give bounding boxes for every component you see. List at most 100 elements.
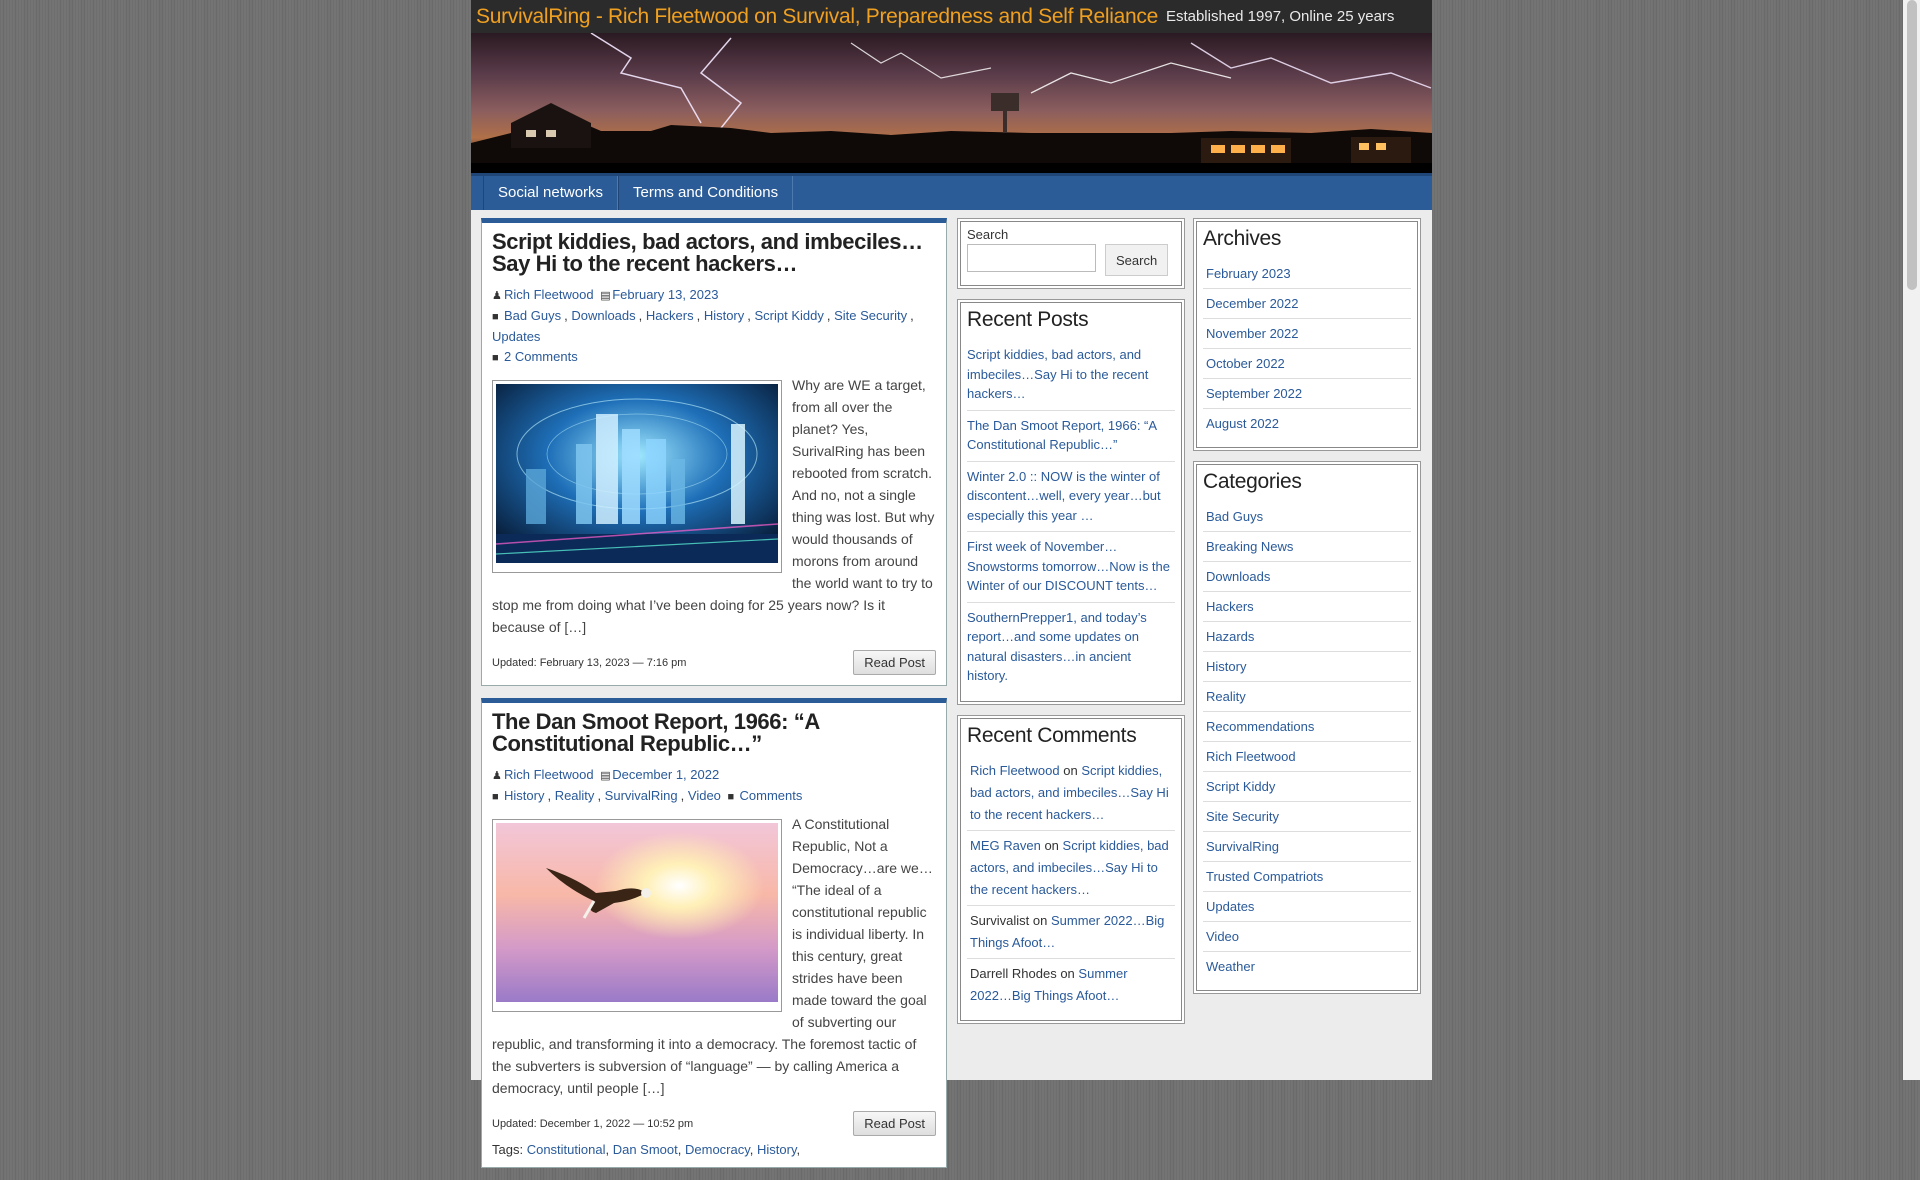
post-thumbnail[interactable] [492,819,782,1012]
post-author-link[interactable]: Rich Fleetwood [504,287,594,302]
recent-post-link[interactable]: Script kiddies, bad actors, and imbecile… [967,347,1148,401]
category-widget-link[interactable]: Downloads [1206,569,1270,584]
post-footer: Updated: December 1, 2022 — 10:52 pm Rea… [492,1111,936,1136]
post-updated: Updated: February 13, 2023 — 7:16 pm [492,656,687,669]
folder-icon: ■ [492,791,499,803]
list-item: Weather [1203,952,1411,981]
comment-icon: ■ [492,352,499,364]
top-bar: SurvivalRing - Rich Fleetwood on Surviva… [471,0,1432,33]
category-widget-link[interactable]: Hackers [1206,599,1254,614]
list-item: December 2022 [1203,289,1411,319]
categories-list: Bad Guys Breaking News Downloads Hackers… [1203,502,1411,981]
category-widget-link[interactable]: SurvivalRing [1206,839,1279,854]
recent-post-link[interactable]: First week of November…Snowstorms tomorr… [967,539,1170,593]
list-item: September 2022 [1203,379,1411,409]
nav-item-terms[interactable]: Terms and Conditions [618,176,794,210]
category-link[interactable]: Bad Guys [504,308,561,323]
list-item: Winter 2.0 :: NOW is the winter of disco… [967,462,1175,532]
sidebar-right: Archives February 2023 December 2022 Nov… [1193,218,1421,1004]
site-title-link[interactable]: SurvivalRing - Rich Fleetwood on Surviva… [476,5,1158,29]
list-item: First week of November…Snowstorms tomorr… [967,532,1175,603]
archive-link[interactable]: October 2022 [1206,356,1285,371]
category-link[interactable]: Downloads [571,308,635,323]
tag-link[interactable]: Constitutional [527,1142,606,1157]
tag-link[interactable]: History [757,1142,796,1157]
recent-post-link[interactable]: Winter 2.0 :: NOW is the winter of disco… [967,469,1161,523]
post-excerpt-block: Why are WE a target, from all over the p… [492,374,936,638]
list-item: February 2023 [1203,259,1411,289]
folder-icon: ■ [492,311,499,323]
category-link[interactable]: History [504,788,544,803]
lightning-town-illustration [471,33,1432,173]
read-post-button[interactable]: Read Post [853,650,936,675]
category-widget-link[interactable]: Recommendations [1206,719,1314,734]
sidebar-left: Search Search Recent Posts Script kiddie… [957,218,1185,1034]
post-title[interactable]: The Dan Smoot Report, 1966: “A Constitut… [492,711,936,755]
tag-link[interactable]: Dan Smoot [613,1142,678,1157]
category-link[interactable]: Video [688,788,721,803]
list-item: Video [1203,922,1411,952]
category-widget-link[interactable]: Breaking News [1206,539,1293,554]
comment-on-text: on [1032,912,1048,928]
category-widget-link[interactable]: Rich Fleetwood [1206,749,1296,764]
recent-post-link[interactable]: The Dan Smoot Report, 1966: “A Constitut… [967,418,1156,453]
post-title[interactable]: Script kiddies, bad actors, and imbecile… [492,231,936,275]
post-thumbnail[interactable] [492,380,782,573]
archive-link[interactable]: September 2022 [1206,386,1302,401]
category-link[interactable]: Updates [492,329,540,344]
category-widget-link[interactable]: Updates [1206,899,1254,914]
post-meta: ♟ Rich Fleetwood ▤ December 1, 2022 ■ Histo… [492,765,936,807]
nav-item-social-networks[interactable]: Social networks [483,176,619,210]
search-label: Search [967,227,1009,242]
category-widget-link[interactable]: Script Kiddy [1206,779,1275,794]
category-link[interactable]: History [704,308,744,323]
post-date-link[interactable]: December 1, 2022 [612,767,719,782]
comments-link[interactable]: 2 Comments [504,349,578,364]
archive-link[interactable]: August 2022 [1206,416,1279,431]
post-card: Script kiddies, bad actors, and imbecile… [481,218,947,686]
archive-link[interactable]: November 2022 [1206,326,1299,341]
tags-label: Tags: [492,1142,524,1157]
search-button[interactable]: Search [1105,244,1169,276]
list-item: Updates [1203,892,1411,922]
search-input[interactable] [967,244,1096,272]
category-link[interactable]: Hackers [646,308,694,323]
read-post-button[interactable]: Read Post [853,1111,936,1136]
scrollbar-thumb[interactable] [1907,0,1917,290]
comments-link[interactable]: Comments [740,788,803,803]
comment-author-link[interactable]: Rich Fleetwood [970,763,1060,778]
list-item: Hackers [1203,592,1411,622]
list-item: The Dan Smoot Report, 1966: “A Constitut… [967,411,1175,462]
post-tags: Tags: Constitutional, Dan Smoot, Democra… [492,1142,801,1157]
page-scrollbar[interactable] [1903,0,1920,1080]
list-item: Breaking News [1203,532,1411,562]
tag-link[interactable]: Democracy [685,1142,750,1157]
post-author-link[interactable]: Rich Fleetwood [504,767,594,782]
category-widget-link[interactable]: Site Security [1206,809,1279,824]
recent-post-link[interactable]: SouthernPrepper1, and today’s report…and… [967,610,1147,684]
category-widget-link[interactable]: Weather [1206,959,1255,974]
eagle-sunset-image [496,823,778,1002]
archives-heading: Archives [1203,227,1282,250]
archive-link[interactable]: December 2022 [1206,296,1299,311]
archives-list: February 2023 December 2022 November 202… [1203,259,1411,438]
list-item: Script kiddies, bad actors, and imbecile… [967,340,1175,411]
list-item: Reality [1203,682,1411,712]
post-date-link[interactable]: February 13, 2023 [612,287,718,302]
category-widget-link[interactable]: History [1206,659,1246,674]
category-widget-link[interactable]: Bad Guys [1206,509,1263,524]
archive-link[interactable]: February 2023 [1206,266,1291,281]
recent-posts-widget: Recent Posts Script kiddies, bad actors,… [957,299,1185,705]
category-widget-link[interactable]: Reality [1206,689,1246,704]
comment-author: Survivalist [970,912,1030,928]
category-widget-link[interactable]: Trusted Compatriots [1206,869,1323,884]
category-link[interactable]: SurvivalRing [605,788,678,803]
search-widget: Search Search [957,218,1185,289]
category-widget-link[interactable]: Video [1206,929,1239,944]
category-widget-link[interactable]: Hazards [1206,629,1254,644]
author-icon: ♟ [492,770,502,782]
category-link[interactable]: Site Security [834,308,907,323]
comment-author-link[interactable]: MEG Raven [970,838,1041,853]
category-link[interactable]: Reality [555,788,595,803]
category-link[interactable]: Script Kiddy [755,308,824,323]
